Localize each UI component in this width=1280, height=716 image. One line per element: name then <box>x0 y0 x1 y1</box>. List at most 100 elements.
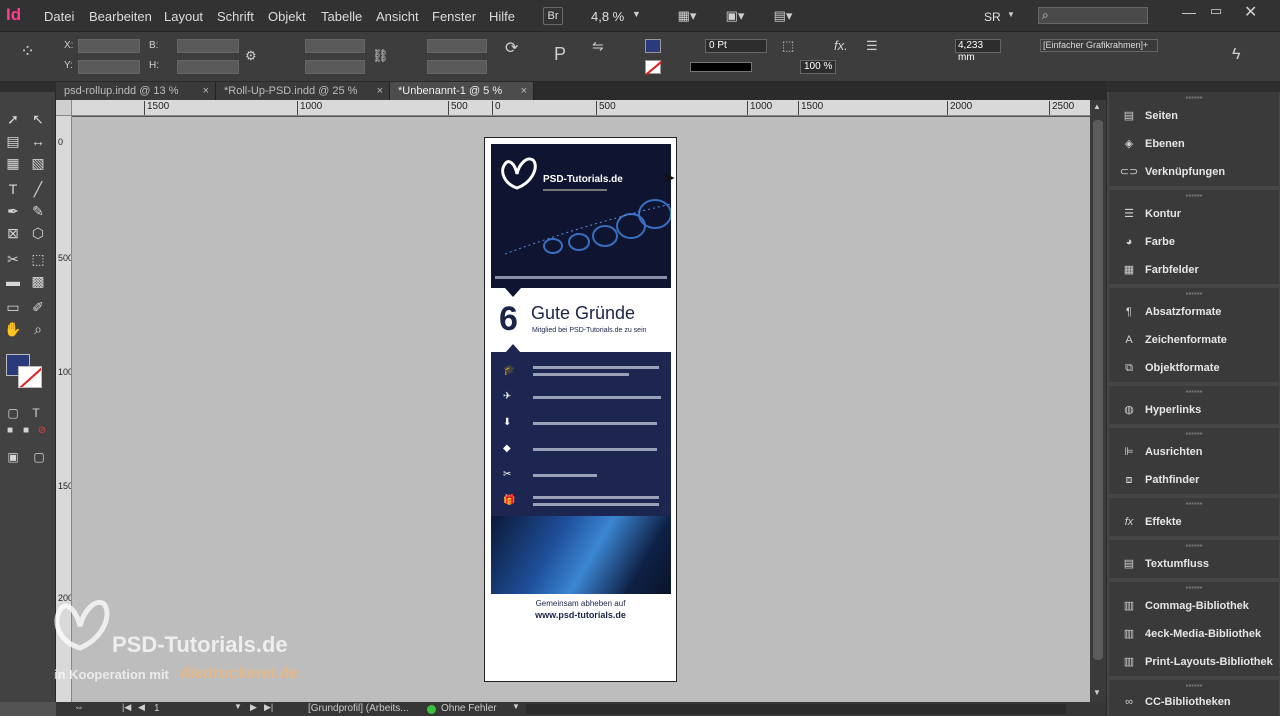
preview-mode-icon[interactable]: ▢ <box>30 448 48 466</box>
shear-input[interactable] <box>427 60 487 74</box>
panel-4eck-media-bibliothek[interactable]: ▥ 4eck-Media-Bibliothek <box>1119 624 1279 644</box>
eyedropper-tool-icon[interactable]: ✐ <box>29 298 47 316</box>
text-wrap-icon[interactable]: ☰ <box>866 38 878 54</box>
height-input[interactable] <box>177 60 239 74</box>
rotation-input[interactable] <box>427 39 487 53</box>
preflight-status[interactable]: Ohne Fehler <box>441 703 497 714</box>
document-page[interactable]: PSD-Tutorials.de 6 Gute Gründe Mitglied … <box>484 137 677 682</box>
stroke-swatch[interactable] <box>645 60 663 76</box>
menu-bearbeiten[interactable]: Bearbeiten <box>89 9 152 24</box>
panel-pathfinder[interactable]: ⧈ Pathfinder <box>1119 470 1279 490</box>
panel-ausrichten[interactable]: ⊫ Ausrichten <box>1119 442 1279 462</box>
menu-ansicht[interactable]: Ansicht <box>376 9 419 24</box>
ruler-origin[interactable] <box>56 100 72 116</box>
menu-objekt[interactable]: Objekt <box>268 9 306 24</box>
note-tool-icon[interactable]: ▭ <box>4 298 22 316</box>
minimize-icon[interactable]: — <box>1182 4 1196 20</box>
panel-kontur[interactable]: ☰ Kontur <box>1119 204 1279 224</box>
selection-tool-icon[interactable]: ➚ <box>4 110 22 128</box>
close-tab-icon[interactable]: × <box>521 82 527 100</box>
panel-farbfelder[interactable]: ▦ Farbfelder <box>1119 260 1279 280</box>
arrange-documents-icon[interactable]: ▤▾ <box>770 8 796 24</box>
scale-x-input[interactable] <box>305 39 365 53</box>
workspace-dropdown-icon[interactable]: ▼ <box>1007 10 1015 19</box>
panel-cc-bibliotheken[interactable]: ∞ CC-Bibliotheken <box>1119 692 1279 712</box>
tab-psd-rollup[interactable]: psd-rollup.indd @ 13 % × <box>56 82 216 100</box>
page-tool-icon[interactable]: ▤ <box>4 132 22 150</box>
panel-group-grip[interactable]: ▪▪▪▪▪▪ <box>1109 192 1279 200</box>
page-navigation-icon[interactable]: ⇔ <box>74 702 84 713</box>
gradient-feather-tool-icon[interactable]: ▩ <box>29 272 47 290</box>
scroll-up-icon[interactable]: ▲ <box>1093 102 1101 111</box>
close-tab-icon[interactable]: × <box>203 82 209 100</box>
page-number[interactable]: 1 <box>154 703 160 714</box>
panel-group-grip[interactable]: ▪▪▪▪▪▪ <box>1109 584 1279 592</box>
stroke-color-swatch[interactable] <box>18 366 42 388</box>
pencil-tool-icon[interactable]: ✎ <box>29 202 47 220</box>
gap-tool-icon[interactable]: ↔ <box>29 132 47 150</box>
fill-swatch[interactable] <box>645 39 661 53</box>
chain-link-icon[interactable]: ⛓ <box>372 48 389 64</box>
panel-group-grip[interactable]: ▪▪▪▪▪▪ <box>1109 682 1279 690</box>
panel-group-grip[interactable]: ▪▪▪▪▪▪ <box>1109 388 1279 396</box>
preflight-profile[interactable]: [Grundprofil] (Arbeits... <box>308 703 409 714</box>
hand-tool-icon[interactable]: ✋ <box>4 320 22 338</box>
menu-hilfe[interactable]: Hilfe <box>489 9 515 24</box>
panel-group-grip[interactable]: ▪▪▪▪▪▪ <box>1109 542 1279 550</box>
menu-layout[interactable]: Layout <box>164 9 203 24</box>
content-collector-icon[interactable]: ▦ <box>4 154 22 172</box>
panel-verknuepfungen[interactable]: ⊂⊃ Verknüpfungen <box>1119 162 1279 182</box>
object-style-select[interactable]: [Einfacher Grafikrahmen]+ <box>1040 39 1158 52</box>
panel-textumfluss[interactable]: ▤ Textumfluss <box>1119 554 1279 574</box>
y-input[interactable] <box>78 60 140 74</box>
corner-size-input[interactable]: 4,233 mm <box>955 39 1001 63</box>
frame-fitting-icon[interactable]: ⬚ <box>782 38 794 54</box>
reference-point-icon[interactable]: ⁘ <box>20 42 35 60</box>
menu-datei[interactable]: Datei <box>44 9 74 24</box>
screen-mode-icon[interactable]: ▣▾ <box>722 8 748 24</box>
search-field[interactable]: ⌕ <box>1038 7 1148 24</box>
preflight-dropdown-icon[interactable]: ▼ <box>512 702 520 711</box>
content-placer-icon[interactable]: ▧ <box>29 154 47 172</box>
apply-none-icon[interactable]: ⊘ <box>33 422 51 440</box>
normal-view-icon[interactable]: ▣ <box>4 448 22 466</box>
constrain-proportions-icon[interactable]: ⚙ <box>245 48 257 64</box>
panel-group-grip[interactable]: ▪▪▪▪▪▪ <box>1109 290 1279 298</box>
rectangle-frame-tool-icon[interactable]: ⊠ <box>4 224 22 242</box>
horizontal-ruler[interactable]: 1500 1000 500 0 500 1000 1500 2000 2500 <box>72 100 1090 116</box>
header-banner[interactable]: PSD-Tutorials.de <box>491 144 671 288</box>
panel-group-grip[interactable]: ▪▪▪▪▪▪ <box>1109 94 1279 102</box>
panel-group-grip[interactable]: ▪▪▪▪▪▪ <box>1109 430 1279 438</box>
panel-absatzformate[interactable]: ¶ Absatzformate <box>1119 302 1279 322</box>
page-dropdown-icon[interactable]: ▼ <box>234 702 242 711</box>
flip-icon[interactable]: ⇋ <box>592 38 604 55</box>
panel-commag-bibliothek[interactable]: ▥ Commag-Bibliothek <box>1119 596 1279 616</box>
lightning-icon[interactable]: ϟ <box>1232 46 1240 64</box>
menu-fenster[interactable]: Fenster <box>432 9 476 24</box>
scroll-thumb[interactable] <box>1093 120 1103 660</box>
opacity-input[interactable]: 100 % <box>800 60 836 74</box>
menu-schrift[interactable]: Schrift <box>217 9 254 24</box>
panel-ebenen[interactable]: ◈ Ebenen <box>1119 134 1279 154</box>
panel-hyperlinks[interactable]: ◍ Hyperlinks <box>1119 400 1279 420</box>
fx-icon[interactable]: fx. <box>834 38 848 53</box>
next-page-icon[interactable]: ▶ <box>250 702 257 713</box>
vertical-scrollbar[interactable]: ▲ ▼ <box>1090 100 1106 702</box>
x-input[interactable] <box>78 39 140 53</box>
hero-image[interactable] <box>491 516 671 594</box>
scroll-down-icon[interactable]: ▼ <box>1093 688 1101 697</box>
first-page-icon[interactable]: |◀ <box>122 702 131 713</box>
panel-effekte[interactable]: fx Effekte <box>1119 512 1279 532</box>
tab-roll-up-psd[interactable]: *Roll-Up-PSD.indd @ 25 % × <box>216 82 390 100</box>
panel-seiten[interactable]: ▤ Seiten <box>1119 106 1279 126</box>
close-tab-icon[interactable]: × <box>377 82 383 100</box>
maximize-icon[interactable]: ▭ <box>1210 3 1222 19</box>
zoom-level[interactable]: 4,8 % <box>591 9 624 24</box>
stroke-type-select[interactable] <box>690 62 752 72</box>
width-input[interactable] <box>177 39 239 53</box>
select-content-icon[interactable]: P <box>554 44 566 65</box>
benefits-list[interactable]: 🎓 ✈ ⬇ ◆ ✂ 🎁 <box>491 352 671 516</box>
pen-tool-icon[interactable]: ✒ <box>4 202 22 220</box>
panel-group-grip[interactable]: ▪▪▪▪▪▪ <box>1109 500 1279 508</box>
rotate-icon[interactable]: ⟳ <box>505 38 518 58</box>
